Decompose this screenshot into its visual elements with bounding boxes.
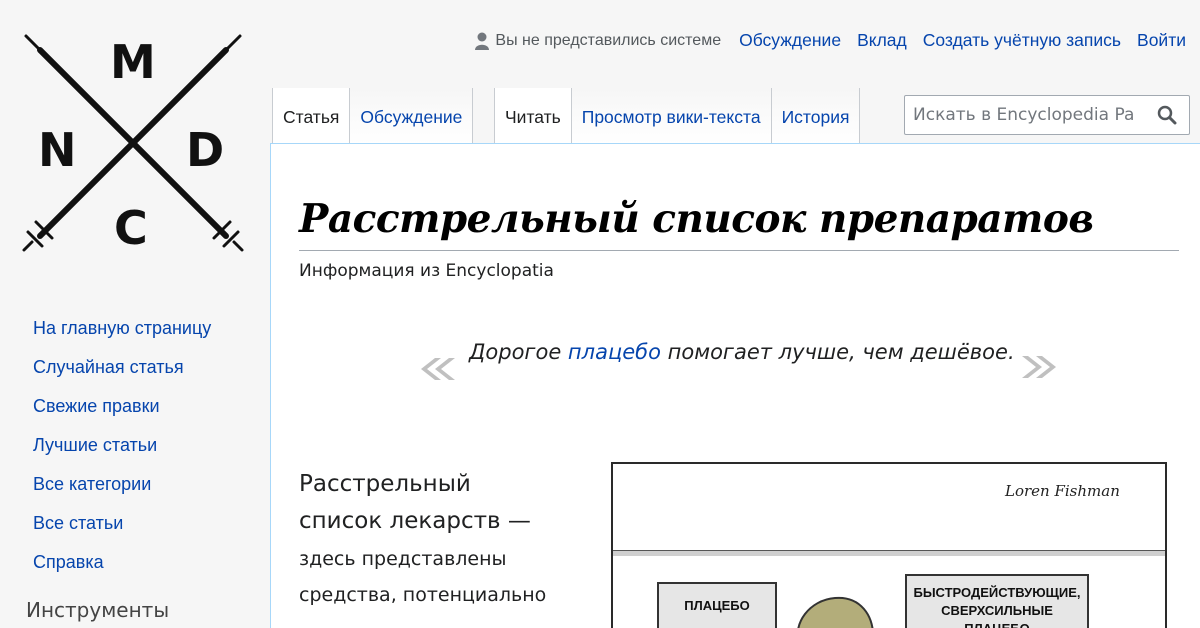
tab-read[interactable]: Читать [494, 88, 572, 144]
sidebar-item-all-articles[interactable]: Все статьи [33, 511, 211, 550]
intro-line-4: средства, потенциально [299, 584, 547, 606]
comic-label-super-line-1: БЫСТРОДЕЙСТВУЮЩИЕ, [913, 585, 1081, 600]
comic-pill-drawing [797, 596, 874, 628]
sidebar-item-help[interactable]: Справка [33, 550, 211, 589]
page-title: Расстрельный список препаратов [299, 196, 1179, 251]
create-account-link[interactable]: Создать учётную запись [923, 30, 1121, 51]
view-tabs: Читать Просмотр вики-текста История [494, 88, 861, 144]
tab-history[interactable]: История [771, 88, 861, 144]
comic-signature: Loren Fishman [1004, 482, 1120, 500]
comic-label-placebo: ПЛАЦЕБО [657, 582, 777, 628]
left-quote-icon [421, 358, 455, 380]
sidebar-item-best-articles[interactable]: Лучшие статьи [33, 433, 211, 472]
placebo-link[interactable]: плацебо [568, 340, 661, 364]
site-logo[interactable]: M N D C [0, 0, 270, 270]
sidebar-item-recent-changes[interactable]: Свежие правки [33, 394, 211, 433]
quote-text-before: Дорогое [469, 340, 568, 364]
logo-letter-n: N [38, 123, 77, 177]
personal-tools: Вы не представились системе Обсуждение В… [475, 30, 1186, 51]
logo-letter-m: M [110, 35, 156, 89]
site-subtitle: Информация из Encyclopatia [299, 261, 554, 281]
right-quote-icon [1022, 356, 1056, 378]
signature-image: Loren Fishman [1004, 482, 1120, 500]
sidebar-navigation: На главную страницу Случайная статья Све… [33, 316, 211, 589]
namespace-tabs: Статья Обсуждение [272, 88, 474, 144]
quote-text-after: помогает лучше, чем дешёвое. [660, 340, 1015, 364]
comic-label-super-placebo: БЫСТРОДЕЙСТВУЮЩИЕ, СВЕРХСИЛЬНЫЕ ПЛАЦЕБО [905, 574, 1089, 628]
sidebar-item-all-categories[interactable]: Все категории [33, 472, 211, 511]
tab-discussion[interactable]: Обсуждение [350, 88, 474, 144]
contributions-link[interactable]: Вклад [857, 30, 907, 51]
comic-label-super-line-2: СВЕРХСИЛЬНЫЕ ПЛАЦЕБО [941, 603, 1053, 628]
tab-view-source[interactable]: Просмотр вики-текста [571, 88, 772, 144]
anonymous-notice: Вы не представились системе [475, 32, 721, 50]
talk-link[interactable]: Обсуждение [739, 30, 841, 51]
comic-shelf [613, 550, 1165, 556]
intro-paragraph: Расстрельный список лекарств — здесь пре… [299, 466, 579, 612]
crossed-syringes-logo: M N D C [22, 34, 244, 255]
search-button[interactable] [1157, 105, 1177, 130]
search-icon [1157, 105, 1177, 125]
article-content: Расстрельный список препаратов Информаци… [270, 143, 1200, 628]
search-box [904, 95, 1190, 135]
search-input[interactable] [905, 97, 1133, 133]
quote-block: Дорогое плацебо помогает лучше, чем дешё… [417, 336, 1067, 386]
tab-article[interactable]: Статья [272, 88, 351, 144]
sidebar-tools-heading[interactable]: Инструменты [26, 598, 169, 622]
logo-letter-c: C [114, 201, 148, 255]
quote-text: Дорогое плацебо помогает лучше, чем дешё… [469, 340, 1015, 364]
intro-line-3: здесь представлены [299, 548, 507, 570]
user-icon [475, 32, 490, 50]
sidebar-item-main-page[interactable]: На главную страницу [33, 316, 211, 355]
sidebar-item-random-article[interactable]: Случайная статья [33, 355, 211, 394]
comic-image[interactable]: Loren Fishman ПЛАЦЕБО БЫСТРОДЕЙСТВУЮЩИЕ,… [611, 462, 1167, 628]
logo-letter-d: D [186, 123, 224, 177]
anonymous-notice-text: Вы не представились системе [495, 31, 722, 49]
intro-line-2: список лекарств — [299, 508, 531, 534]
login-link[interactable]: Войти [1137, 30, 1186, 51]
intro-line-1: Расстрельный [299, 471, 471, 497]
